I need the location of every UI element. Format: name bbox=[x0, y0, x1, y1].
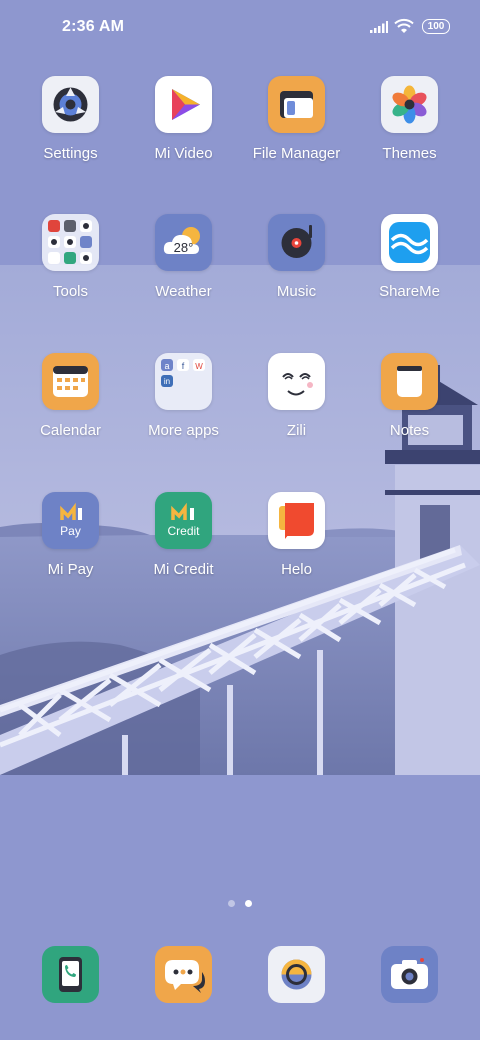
app-label: Mi Pay bbox=[47, 561, 94, 578]
shareme-icon bbox=[381, 214, 438, 271]
app-tools-folder[interactable]: Tools bbox=[14, 214, 127, 300]
camera-icon[interactable] bbox=[381, 946, 438, 1003]
app-settings[interactable]: Settings bbox=[14, 76, 127, 162]
helo-icon bbox=[268, 492, 325, 549]
mi-credit-text: Credit bbox=[167, 524, 200, 538]
weather-icon: 28° bbox=[155, 214, 212, 271]
app-music[interactable]: Music bbox=[240, 214, 353, 300]
app-shareme[interactable]: ShareMe bbox=[353, 214, 466, 300]
tools-folder-icon bbox=[42, 214, 99, 271]
mi-pay-text: Pay bbox=[60, 524, 81, 538]
status-bar: 2:36 AM 100 bbox=[0, 0, 480, 56]
mi-pay-icon: Pay bbox=[42, 492, 99, 549]
app-label: Music bbox=[276, 283, 317, 300]
app-notes[interactable]: Notes bbox=[353, 353, 466, 439]
settings-icon bbox=[42, 76, 99, 133]
app-label: Themes bbox=[382, 145, 437, 162]
app-label: More apps bbox=[148, 422, 219, 439]
page-dot-2-active[interactable] bbox=[245, 900, 252, 907]
calendar-icon bbox=[42, 353, 99, 410]
app-label: ShareMe bbox=[379, 283, 440, 300]
app-mi-pay[interactable]: Pay Mi Pay bbox=[14, 492, 127, 578]
status-icons: 100 bbox=[370, 17, 450, 37]
app-label: Notes bbox=[389, 422, 430, 439]
app-mi-credit[interactable]: Credit Mi Credit bbox=[127, 492, 240, 578]
weather-temperature: 28° bbox=[173, 240, 194, 255]
app-label: Mi Video bbox=[154, 145, 213, 162]
page-dot-1[interactable] bbox=[228, 900, 235, 907]
mi-credit-icon: Credit bbox=[155, 492, 212, 549]
app-weather[interactable]: 28° Weather bbox=[127, 214, 240, 300]
zili-icon bbox=[268, 353, 325, 410]
mi-video-icon bbox=[155, 76, 212, 133]
app-themes[interactable]: Themes bbox=[353, 76, 466, 162]
app-calendar[interactable]: Calendar bbox=[14, 353, 127, 439]
signal-icon bbox=[370, 20, 388, 38]
more-apps-folder-icon: a f W in bbox=[155, 353, 212, 410]
themes-icon bbox=[381, 76, 438, 133]
app-label: Zili bbox=[286, 422, 307, 439]
app-label: Weather bbox=[155, 283, 212, 300]
app-zili[interactable]: Zili bbox=[240, 353, 353, 439]
app-helo[interactable]: Helo bbox=[240, 492, 353, 578]
music-icon bbox=[268, 214, 325, 271]
svg-text:W: W bbox=[195, 362, 203, 371]
messaging-icon[interactable] bbox=[155, 946, 212, 1003]
wifi-icon bbox=[394, 18, 414, 39]
browser-icon[interactable] bbox=[268, 946, 325, 1003]
app-file-manager[interactable]: File Manager bbox=[240, 76, 353, 162]
app-more-apps-folder[interactable]: a f W in More apps bbox=[127, 353, 240, 439]
clock-time: 2:36 AM bbox=[62, 18, 125, 35]
svg-text:a: a bbox=[164, 361, 169, 371]
notes-icon bbox=[381, 353, 438, 410]
app-label: File Manager bbox=[252, 145, 341, 162]
app-label: Mi Credit bbox=[153, 561, 214, 578]
app-label: Helo bbox=[281, 561, 312, 578]
file-manager-icon bbox=[268, 76, 325, 133]
phone-icon[interactable] bbox=[42, 946, 99, 1003]
app-label: Calendar bbox=[40, 422, 101, 439]
app-label: Settings bbox=[43, 145, 98, 162]
svg-text:in: in bbox=[164, 377, 170, 386]
battery-icon: 100 bbox=[422, 19, 450, 34]
app-label: Tools bbox=[52, 283, 89, 300]
app-mi-video[interactable]: Mi Video bbox=[127, 76, 240, 162]
